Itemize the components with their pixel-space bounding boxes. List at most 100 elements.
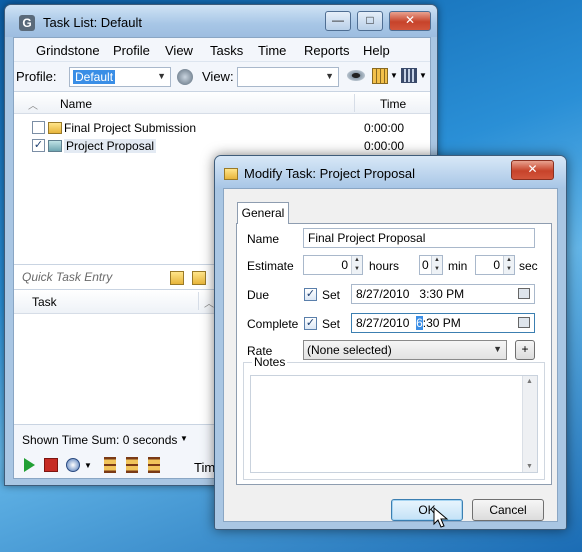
sort-up-icon[interactable]: ︿ xyxy=(28,97,38,112)
complete-time-hour[interactable]: 6 xyxy=(416,316,423,330)
chevron-down-icon: ▼ xyxy=(493,344,502,354)
clock-icon[interactable] xyxy=(66,458,80,472)
notes-scrollbar[interactable]: ▲ ▼ xyxy=(522,376,537,472)
profile-dropdown[interactable]: Default ▼ xyxy=(69,67,171,87)
task-name: Project Proposal xyxy=(64,139,157,153)
due-set-label: Set xyxy=(322,288,341,302)
name-field[interactable]: Final Project Proposal xyxy=(303,228,535,248)
notes-label: Notes xyxy=(252,355,288,369)
maximize-button[interactable]: □ xyxy=(357,11,383,31)
view-label: View: xyxy=(202,69,234,84)
column-header-time[interactable]: Time xyxy=(380,97,406,111)
columns-icon[interactable] xyxy=(372,68,388,84)
menu-time[interactable]: Time xyxy=(258,43,286,58)
cancel-button[interactable]: Cancel xyxy=(472,499,544,521)
spin-up-icon[interactable]: ▲ xyxy=(431,256,442,265)
mouse-cursor-icon xyxy=(433,507,449,528)
add-rate-button[interactable]: + xyxy=(515,340,535,360)
window-title: Task List: Default xyxy=(43,15,142,30)
chevron-down-icon[interactable]: ▼ xyxy=(419,71,427,80)
main-titlebar[interactable]: G Task List: Default — □ ✕ xyxy=(5,5,437,37)
modify-task-dialog: Modify Task: Project Proposal ✕ General … xyxy=(214,155,567,530)
gear-icon[interactable] xyxy=(177,69,193,85)
estimate-sec-spinner[interactable]: 0 ▲ ▼ xyxy=(475,255,515,275)
spin-up-icon[interactable]: ▲ xyxy=(503,256,514,265)
column-divider xyxy=(354,94,355,112)
estimate-sec-value: 0 xyxy=(493,258,500,272)
notes-group: Notes ▲ ▼ xyxy=(243,355,545,480)
spin-up-icon[interactable]: ▲ xyxy=(351,256,362,265)
estimate-min-spinner[interactable]: 0 ▲ ▼ xyxy=(419,255,443,275)
name-label: Name xyxy=(247,232,280,246)
chevron-down-icon[interactable]: ▼ xyxy=(84,461,92,470)
eye-icon[interactable] xyxy=(347,70,365,81)
edit-task-icon[interactable] xyxy=(192,271,206,285)
column-divider xyxy=(198,292,199,310)
spin-down-icon[interactable]: ▼ xyxy=(431,265,442,274)
quick-entry-placeholder: Quick Task Entry xyxy=(22,270,113,284)
ok-button[interactable]: OK xyxy=(391,499,463,521)
complete-time-rest: :30 PM xyxy=(422,316,461,330)
tab-general[interactable]: General xyxy=(237,202,289,224)
add-task-icon[interactable] xyxy=(170,271,184,285)
menu-help[interactable]: Help xyxy=(363,43,390,58)
estimate-min-value: 0 xyxy=(422,258,429,272)
rate-dropdown[interactable]: (None selected) ▼ xyxy=(303,340,507,360)
dialog-close-button[interactable]: ✕ xyxy=(511,160,554,180)
task-name: Final Project Submission xyxy=(64,121,197,135)
task-checkbox-checked[interactable]: ✓ xyxy=(32,139,45,152)
task-list-header: ︿ Name Time xyxy=(14,92,430,114)
spin-down-icon[interactable]: ▼ xyxy=(351,265,362,274)
time-label: Tim xyxy=(194,460,216,475)
scroll-down-icon[interactable]: ▼ xyxy=(526,463,533,470)
min-label: min xyxy=(448,259,468,273)
hourglass-icon[interactable] xyxy=(148,457,160,473)
column-header-name[interactable]: Name xyxy=(60,97,92,111)
due-set-checkbox[interactable]: ✓ xyxy=(304,288,317,301)
estimate-hours-spinner[interactable]: 0 ▲ ▼ xyxy=(303,255,363,275)
chevron-down-icon[interactable]: ▼ xyxy=(390,71,398,80)
task-row[interactable]: ✓ Project Proposal 0:00:00 xyxy=(14,137,430,155)
calendar-grid-icon[interactable] xyxy=(401,68,417,83)
hourglass-icon[interactable] xyxy=(126,457,138,473)
complete-set-label: Set xyxy=(322,317,341,331)
close-button[interactable]: ✕ xyxy=(389,11,431,31)
menu-tasks[interactable]: Tasks xyxy=(210,43,243,58)
hourglass-icon[interactable] xyxy=(104,457,116,473)
task-row[interactable]: Final Project Submission 0:00:00 xyxy=(14,119,430,137)
play-icon[interactable] xyxy=(24,458,35,472)
calendar-icon[interactable] xyxy=(518,317,530,328)
menu-reports[interactable]: Reports xyxy=(304,43,350,58)
due-date-picker[interactable]: 8/27/2010 3:30 PM xyxy=(351,284,535,304)
dialog-titlebar[interactable]: Modify Task: Project Proposal ✕ xyxy=(215,156,566,188)
menu-profile[interactable]: Profile xyxy=(113,43,150,58)
task-time: 0:00:00 xyxy=(364,121,405,135)
rate-value: (None selected) xyxy=(307,343,392,357)
stop-icon[interactable] xyxy=(44,458,58,472)
view-dropdown[interactable]: ▼ xyxy=(237,67,339,87)
due-date: 8/27/2010 xyxy=(356,287,410,301)
sort-up-icon[interactable]: ︿ xyxy=(204,295,214,310)
menu-grindstone[interactable]: Grindstone xyxy=(36,43,100,58)
complete-date-picker[interactable]: 8/27/2010 6:30 PM xyxy=(351,313,535,333)
notes-textarea[interactable]: ▲ ▼ xyxy=(250,375,538,473)
task-checkbox[interactable] xyxy=(32,121,45,134)
chevron-down-icon[interactable]: ▼ xyxy=(180,434,188,443)
minimize-button[interactable]: — xyxy=(325,11,351,31)
column-header-task[interactable]: Task xyxy=(32,295,57,309)
spin-down-icon[interactable]: ▼ xyxy=(503,265,514,274)
dialog-content: General Name Final Project Proposal Esti… xyxy=(223,188,558,522)
sec-label: sec xyxy=(519,259,538,273)
calendar-icon[interactable] xyxy=(518,288,530,299)
estimate-hours-value: 0 xyxy=(341,258,348,272)
toolbar: Profile: Default ▼ View: ▼ ▼ ▼ xyxy=(14,62,430,92)
scroll-up-icon[interactable]: ▲ xyxy=(526,378,533,385)
profile-label: Profile: xyxy=(16,69,57,84)
complete-set-checkbox[interactable]: ✓ xyxy=(304,317,317,330)
menu-view[interactable]: View xyxy=(165,43,193,58)
complete-label: Complete xyxy=(247,317,299,331)
time-sum-label[interactable]: Shown Time Sum: 0 seconds xyxy=(22,433,177,447)
profile-value: Default xyxy=(73,70,116,84)
complete-date: 8/27/2010 xyxy=(356,316,410,330)
task-icon xyxy=(48,122,62,134)
